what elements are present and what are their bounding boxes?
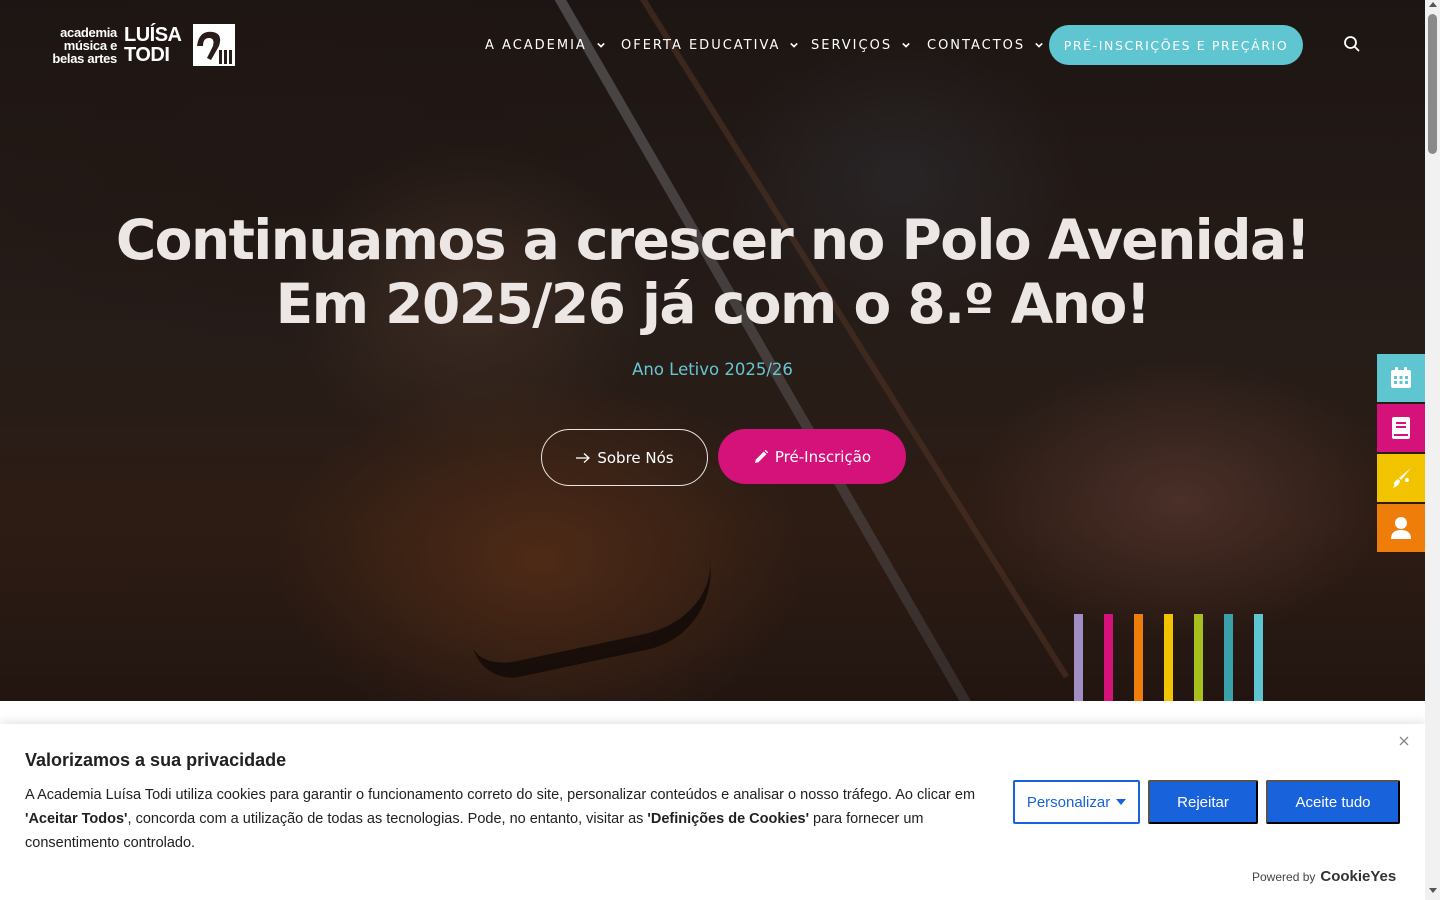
cookie-text-part: , concorda com a utilização de todas as …: [127, 811, 648, 827]
cookie-description: A Academia Luísa Todi utiliza cookies pa…: [25, 783, 985, 855]
about-us-label: Sobre Nós: [597, 448, 674, 467]
color-bar: [1194, 614, 1203, 708]
nav-item-oferta-educativa[interactable]: OFERTA EDUCATIVA: [621, 25, 799, 65]
arrow-right-icon: [576, 452, 591, 463]
scroll-down-arrow-icon[interactable]: [1429, 888, 1437, 893]
logo-line-3: belas artes: [52, 51, 117, 66]
chevron-down-icon: [1035, 42, 1043, 48]
logo-subtitle: academia música e belas artes: [45, 26, 117, 65]
reject-button[interactable]: Rejeitar: [1148, 780, 1258, 824]
hero-headline: Continuamos a crescer no Polo Avenida! E…: [0, 208, 1425, 336]
chevron-down-icon: [597, 42, 605, 48]
nav-item-servicos[interactable]: SERVIÇOS: [811, 25, 910, 65]
cookie-text-part: A Academia Luísa Todi utiliza cookies pa…: [25, 787, 976, 803]
calendar-icon: [1391, 367, 1411, 388]
account-widget-button[interactable]: [1377, 504, 1425, 552]
about-us-button[interactable]: Sobre Nós: [541, 429, 708, 486]
powered-by: Powered by CookieYes: [1252, 868, 1396, 885]
hero-background: [0, 0, 1425, 701]
user-icon: [1391, 517, 1411, 539]
color-bar: [1224, 614, 1233, 708]
preinscriptions-pricing-button[interactable]: PRÉ-INSCRIÇÕES E PREÇÁRIO: [1049, 25, 1303, 65]
powered-by-label: Powered by: [1252, 870, 1316, 884]
logo-name-2: TODI: [124, 44, 170, 66]
calendar-widget-button[interactable]: [1377, 354, 1425, 402]
caret-down-icon: [1116, 799, 1127, 805]
pencil-icon: [754, 449, 769, 463]
nav-label: OFERTA EDUCATIVA: [621, 37, 781, 53]
logo-mark-icon: [193, 24, 235, 66]
accept-all-button[interactable]: Aceite tudo: [1266, 780, 1400, 824]
customize-button[interactable]: Personalizar: [1013, 780, 1140, 824]
color-bar: [1254, 614, 1263, 708]
color-bars-decoration: [1074, 614, 1274, 708]
nav-label: SERVIÇOS: [811, 37, 893, 53]
close-icon[interactable]: [1397, 734, 1411, 748]
art-widget-button[interactable]: [1377, 454, 1425, 502]
book-icon: [1392, 417, 1410, 439]
nav-label: CONTACTOS: [927, 37, 1026, 53]
scrollbar-thumb[interactable]: [1428, 14, 1437, 154]
cookieyes-logo[interactable]: CookieYes: [1320, 868, 1396, 885]
logo-name: LUÍSA TODI: [124, 25, 182, 65]
site-logo[interactable]: academia música e belas artes LUÍSA TODI: [45, 24, 245, 68]
chevron-down-icon: [902, 42, 910, 48]
customize-label: Personalizar: [1026, 793, 1111, 811]
preinscription-label: Pré-Inscrição: [774, 447, 872, 466]
preinscription-button[interactable]: Pré-Inscrição: [718, 429, 906, 484]
cookie-text-settings: 'Definições de Cookies': [647, 811, 810, 827]
color-bar: [1074, 614, 1083, 708]
nav-item-academia[interactable]: A ACADEMIA: [485, 25, 605, 65]
hero-headline-line-2: Em 2025/26 já com o 8.º Ano!: [275, 272, 1151, 336]
paintbrush-icon: [1393, 468, 1411, 488]
cookie-title: Valorizamos a sua privacidade: [25, 750, 287, 770]
logo-name-1: LUÍSA: [124, 24, 182, 46]
scroll-up-arrow-icon[interactable]: [1429, 2, 1437, 7]
nav-label: A ACADEMIA: [485, 37, 587, 53]
color-bar: [1164, 614, 1173, 708]
cookie-text-accept-all: 'Aceitar Todos': [25, 811, 128, 827]
cookie-consent-banner: Valorizamos a sua privacidade A Academia…: [0, 724, 1425, 900]
color-bar: [1134, 614, 1143, 708]
book-widget-button[interactable]: [1377, 404, 1425, 452]
chevron-down-icon: [790, 42, 799, 48]
hero-subtitle: Ano Letivo 2025/26: [632, 360, 793, 379]
search-icon[interactable]: [1342, 34, 1362, 54]
hero-overlay: [0, 0, 1425, 701]
color-bar: [1104, 614, 1113, 708]
hero-headline-line-1: Continuamos a crescer no Polo Avenida!: [115, 208, 1311, 272]
nav-item-contactos[interactable]: CONTACTOS: [927, 25, 1043, 65]
